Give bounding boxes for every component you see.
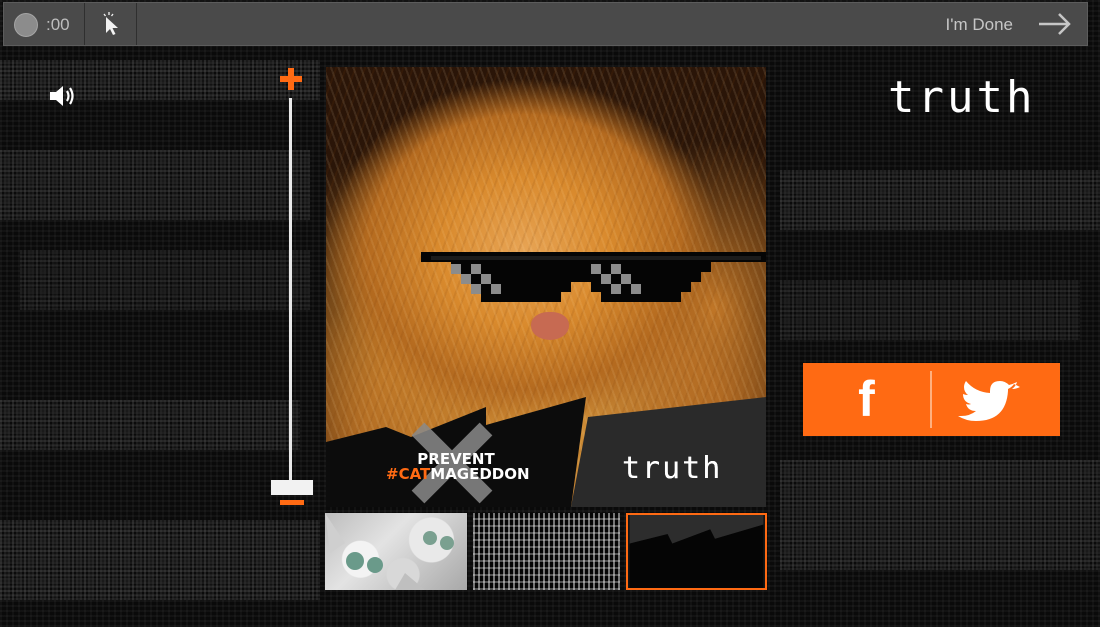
cursor-icon[interactable]	[98, 11, 124, 37]
banner-line2: #CATMAGEDDON	[386, 465, 530, 483]
noise-patch	[0, 520, 320, 600]
banner-hashtag-rest: MAGEDDON	[430, 465, 530, 483]
prevent-catmageddon-label: PREVENT #CATMAGEDDON	[386, 452, 530, 483]
noise-patch	[780, 280, 1080, 340]
app-frame: :00 I'm Done PREVENT #CATMAGEDDON truth …	[0, 0, 1100, 627]
top-toolbar: :00 I'm Done	[3, 2, 1088, 46]
photo-canvas[interactable]: PREVENT #CATMAGEDDON truth	[326, 67, 766, 507]
twitter-bird-icon	[958, 381, 1020, 421]
zoom-slider-track[interactable]	[289, 98, 292, 484]
thumbnail-dark-stripe[interactable]	[626, 513, 767, 590]
noise-patch	[780, 460, 1100, 570]
banner-hashtag: #CAT	[386, 465, 431, 483]
noise-patch	[0, 150, 310, 220]
plus-icon[interactable]	[279, 67, 303, 91]
facebook-share-button[interactable]: f	[803, 363, 930, 436]
record-icon[interactable]	[14, 13, 38, 37]
cat-nose	[531, 312, 569, 340]
record-section: :00	[4, 3, 85, 45]
facebook-icon: f	[858, 371, 875, 427]
cat-faces-image	[325, 513, 454, 590]
thumbnail-cats-pattern[interactable]	[325, 513, 467, 590]
speaker-icon[interactable]	[48, 82, 78, 110]
pixel-sunglasses-sticker[interactable]	[421, 252, 766, 312]
banner-truth-logo: truth	[622, 451, 723, 486]
arrow-right-icon[interactable]	[1037, 11, 1073, 37]
noise-patch	[20, 250, 310, 310]
thumbnail-static-noise[interactable]	[473, 513, 620, 590]
timer: :00	[46, 15, 70, 34]
noise-patch	[780, 170, 1100, 230]
share-bar: f	[803, 363, 1060, 436]
stripe-pattern	[629, 515, 764, 588]
twitter-share-button[interactable]	[932, 363, 1060, 436]
truth-logo: truth	[888, 72, 1036, 123]
cursor-section	[84, 3, 137, 45]
bottom-banner	[326, 397, 766, 507]
noise-patch	[0, 400, 300, 450]
minus-icon[interactable]	[280, 500, 304, 505]
im-done-button[interactable]: I'm Done	[946, 15, 1014, 35]
zoom-slider-handle[interactable]	[271, 480, 313, 495]
